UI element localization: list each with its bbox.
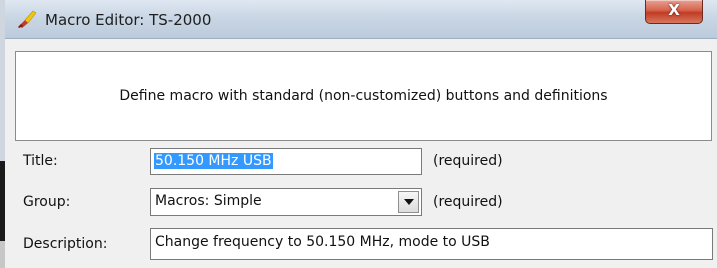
window-title: Macro Editor: TS-2000 <box>45 11 212 29</box>
description-input[interactable]: Change frequency to 50.150 MHz, mode to … <box>150 228 713 260</box>
group-selected-value: Macros: Simple <box>155 193 262 209</box>
dropdown-arrow-button[interactable] <box>398 191 419 213</box>
chevron-down-icon <box>404 199 414 205</box>
title-input[interactable]: 50.150 MHz USB <box>150 148 422 175</box>
instruction-banner: Define macro with standard (non-customiz… <box>15 51 712 141</box>
group-label: Group: <box>23 194 71 210</box>
description-label: Description: <box>23 236 108 252</box>
brush-app-icon <box>16 9 38 29</box>
close-icon: X <box>668 1 680 19</box>
description-value: Change frequency to 50.150 MHz, mode to … <box>155 234 490 250</box>
group-required-note: (required) <box>433 194 503 210</box>
macro-editor-window: Macro Editor: TS-2000 X Define macro wit… <box>5 0 717 268</box>
title-selected-text: 50.150 MHz USB <box>154 153 273 169</box>
title-label: Title: <box>23 153 58 169</box>
group-dropdown[interactable]: Macros: Simple <box>150 188 422 216</box>
title-required-note: (required) <box>433 153 503 169</box>
banner-text: Define macro with standard (non-customiz… <box>119 88 608 104</box>
close-button[interactable]: X <box>645 0 703 24</box>
title-bar[interactable]: Macro Editor: TS-2000 X <box>5 0 717 39</box>
